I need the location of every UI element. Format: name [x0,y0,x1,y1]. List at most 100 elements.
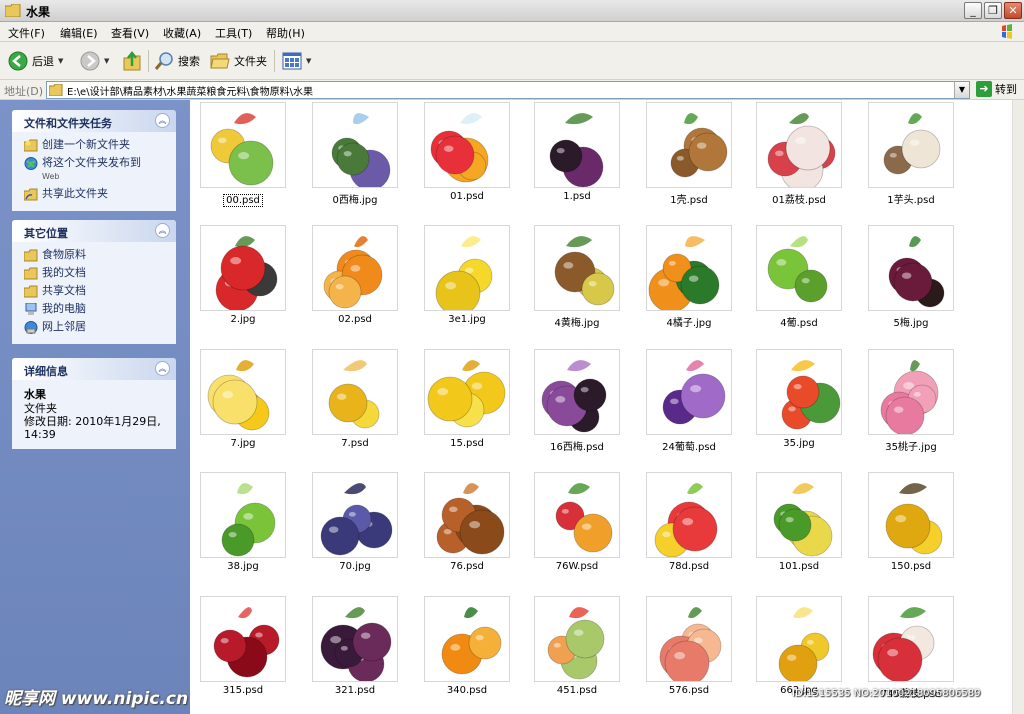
file-name-label[interactable]: 4黄梅.jpg [554,318,599,329]
file-thumbnail[interactable]: 576.psd [644,596,734,696]
file-name-label[interactable]: 0西梅.jpg [332,195,377,206]
place-my-computer[interactable]: 我的电脑 [24,302,176,316]
thumbnail-image[interactable] [534,596,620,682]
go-button[interactable]: ➜ 转到 [976,81,1017,97]
panel-header[interactable]: 详细信息 ︽ [12,358,176,380]
collapse-icon[interactable]: ︽ [155,361,170,376]
file-thumbnail[interactable]: 321.psd [310,596,400,696]
forward-button[interactable]: ▼ [80,49,109,73]
file-name-label[interactable]: 00.psd [223,194,263,207]
menu-help[interactable]: 帮助(H) [266,25,305,41]
file-thumbnail[interactable]: 745荔枝.psd [866,596,956,700]
file-name-label[interactable]: 1芋头.psd [887,195,934,206]
file-thumbnail[interactable]: 7.psd [310,349,400,449]
file-name-label[interactable]: 38.jpg [227,561,258,572]
thumbnail-image[interactable] [312,225,398,311]
file-name-label[interactable]: 02.psd [338,314,372,325]
file-thumbnail[interactable]: 70.jpg [310,472,400,572]
file-name-label[interactable]: 340.psd [447,685,487,696]
thumbnail-image[interactable] [868,472,954,558]
file-name-label[interactable]: 1壳.psd [670,195,707,206]
file-thumbnail[interactable]: 1芋头.psd [866,102,956,206]
file-thumbnail[interactable]: 4黄梅.jpg [532,225,622,329]
thumbnail-image[interactable] [868,225,954,311]
file-name-label[interactable]: 15.psd [450,438,484,449]
place-shared-documents[interactable]: 共享文档 [24,284,176,298]
file-name-label[interactable]: 576.psd [669,685,709,696]
file-thumbnail[interactable]: 0西梅.jpg [310,102,400,206]
file-name-label[interactable]: 24葡萄.psd [662,442,716,453]
file-thumbnail[interactable]: 4橘子.jpg [644,225,734,329]
file-name-label[interactable]: 76.psd [450,561,484,572]
thumbnail-image[interactable] [200,596,286,682]
file-thumbnail[interactable]: 315.psd [198,596,288,696]
search-button[interactable]: 搜索 [154,49,200,73]
file-thumbnail[interactable]: 2.jpg [198,225,288,325]
folders-button[interactable]: 文件夹 [210,49,267,73]
thumbnail-image[interactable] [200,349,286,435]
file-name-label[interactable]: 5梅.jpg [893,318,928,329]
file-name-label[interactable]: 1.psd [563,191,590,202]
file-name-label[interactable]: 451.psd [557,685,597,696]
panel-header[interactable]: 其它位置 ︽ [12,220,176,242]
file-name-label[interactable]: 101.psd [779,561,819,572]
thumbnail-image[interactable] [756,225,842,311]
thumbnail-image[interactable] [424,596,510,682]
thumbnail-image[interactable] [200,472,286,558]
file-thumbnail[interactable]: 1.psd [532,102,622,202]
file-thumbnail[interactable]: 7.jpg [198,349,288,449]
panel-header[interactable]: 文件和文件夹任务 ︽ [12,110,176,132]
minimize-button[interactable]: _ [964,2,982,19]
file-thumbnail[interactable]: 01荔枝.psd [754,102,844,206]
menu-favorites[interactable]: 收藏(A) [163,25,201,41]
thumbnail-image[interactable] [646,225,732,311]
views-button[interactable]: ▼ [282,49,311,73]
views-dropdown-icon[interactable]: ▼ [306,57,311,65]
thumbnail-image[interactable] [534,102,620,188]
thumbnail-image[interactable] [534,472,620,558]
thumbnail-image[interactable] [756,596,842,682]
address-dropdown-icon[interactable]: ▼ [954,82,969,98]
file-thumbnail[interactable]: 76.psd [422,472,512,572]
file-name-label[interactable]: 4橘子.jpg [666,318,711,329]
menu-file[interactable]: 文件(F) [8,25,45,41]
file-name-label[interactable]: 35.jpg [783,438,814,449]
up-folder-button[interactable] [122,49,142,73]
thumbnail-image[interactable] [534,349,620,435]
file-thumbnail[interactable]: 101.psd [754,472,844,572]
vertical-scrollbar[interactable] [1012,100,1024,714]
file-name-label[interactable]: 4葡.psd [780,318,817,329]
address-input[interactable]: E:\e\设计部\精品素材\水果蔬菜粮食元料\食物原料\水果 ▼ [46,81,970,99]
task-new-folder[interactable]: 创建一个新文件夹 [24,138,176,152]
thumbnail-image[interactable] [424,102,510,188]
thumbnail-image[interactable] [200,225,286,311]
file-thumbnail[interactable]: 38.jpg [198,472,288,572]
place-food-materials[interactable]: 食物原料 [24,248,176,262]
thumbnail-image[interactable] [646,472,732,558]
file-name-label[interactable]: 76W.psd [556,561,599,572]
thumbnail-image[interactable] [200,102,286,188]
file-thumbnail[interactable]: 150.psd [866,472,956,572]
file-thumbnail[interactable]: 1壳.psd [644,102,734,206]
file-name-label[interactable]: 01.psd [450,191,484,202]
file-name-label[interactable]: 16西梅.psd [550,442,604,453]
file-thumbnail[interactable]: 451.psd [532,596,622,696]
collapse-icon[interactable]: ︽ [155,113,170,128]
collapse-icon[interactable]: ︽ [155,223,170,238]
file-name-label[interactable]: 150.psd [891,561,931,572]
file-thumbnail[interactable]: 02.psd [310,225,400,325]
thumbnail-image[interactable] [312,596,398,682]
thumbnail-image[interactable] [646,102,732,188]
thumbnail-image[interactable] [646,349,732,435]
back-button[interactable]: 后退 ▼ [8,49,63,73]
file-thumbnail[interactable]: 5梅.jpg [866,225,956,329]
file-thumbnail[interactable]: 35.jpg [754,349,844,449]
file-thumbnail[interactable]: 662.jpg [754,596,844,696]
menu-view[interactable]: 查看(V) [111,25,149,41]
thumbnail-image[interactable] [756,102,842,188]
file-thumbnail[interactable]: 35桃子.jpg [866,349,956,453]
thumbnail-image[interactable] [534,225,620,311]
close-button[interactable]: ✕ [1004,2,1022,19]
task-share-folder[interactable]: 共享此文件夹 [24,187,176,201]
file-name-label[interactable]: 78d.psd [669,561,709,572]
